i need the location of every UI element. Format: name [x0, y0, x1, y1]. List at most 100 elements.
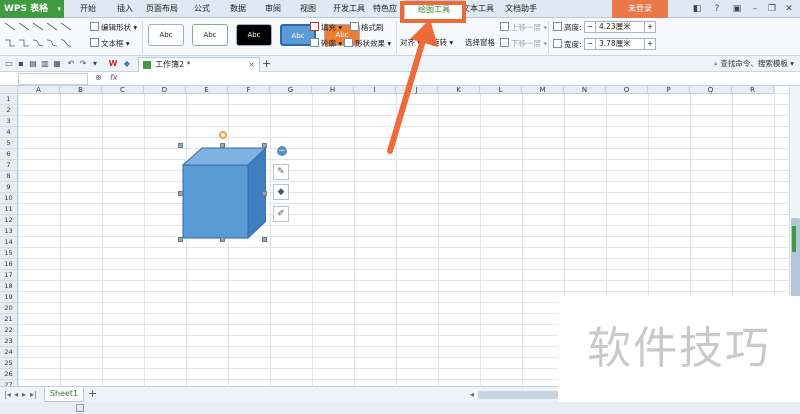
resize-handle[interactable]: [220, 237, 225, 242]
row-header[interactable]: 10: [0, 193, 18, 204]
search-commands[interactable]: ⌕ 查找命令、搜索模板 ▾: [714, 58, 794, 69]
column-header[interactable]: K: [438, 86, 480, 94]
menu-view[interactable]: 视图: [300, 0, 316, 18]
column-header[interactable]: A: [18, 86, 60, 94]
row-header[interactable]: 12: [0, 215, 18, 226]
height-stepper[interactable]: − 4.23厘米 +: [584, 21, 656, 33]
row-header[interactable]: 6: [0, 149, 18, 160]
row-header[interactable]: 21: [0, 314, 18, 325]
style-sample-1[interactable]: Abc: [148, 24, 184, 46]
format-brush-button[interactable]: 格式刷: [350, 22, 384, 33]
collapse-icon[interactable]: −: [277, 146, 287, 156]
login-button[interactable]: 未登录: [612, 0, 668, 18]
row-header[interactable]: 9: [0, 182, 18, 193]
help-icon[interactable]: ?: [710, 2, 724, 16]
column-header[interactable]: L: [480, 86, 522, 94]
style-sample-3[interactable]: Abc: [236, 24, 272, 46]
menu-data[interactable]: 数据: [230, 0, 246, 18]
row-header[interactable]: 24: [0, 347, 18, 358]
column-header[interactable]: H: [312, 86, 354, 94]
resize-handle[interactable]: [220, 143, 225, 148]
column-header[interactable]: C: [102, 86, 144, 94]
row-header[interactable]: 11: [0, 204, 18, 215]
row-header[interactable]: 5: [0, 138, 18, 149]
name-box[interactable]: [18, 73, 88, 85]
row-header[interactable]: 26: [0, 369, 18, 380]
menu-developer[interactable]: 开发工具: [333, 0, 365, 18]
chevron-down-icon[interactable]: ▾: [90, 59, 100, 69]
resize-handle[interactable]: [178, 143, 183, 148]
horizontal-scrollbar[interactable]: [478, 391, 558, 399]
fill-color-icon[interactable]: ◆: [273, 184, 289, 200]
add-sheet-button[interactable]: +: [88, 387, 97, 400]
row-header[interactable]: 8: [0, 171, 18, 182]
menu-formula[interactable]: 公式: [194, 0, 210, 18]
width-increase-button[interactable]: +: [644, 39, 655, 49]
column-header[interactable]: D: [144, 86, 186, 94]
print-icon[interactable]: ▥: [40, 59, 50, 69]
width-value[interactable]: 3.78厘米: [599, 39, 631, 49]
width-stepper[interactable]: − 3.78厘米 +: [584, 38, 656, 50]
app-menu-button[interactable]: WPS 表格 ▾: [0, 0, 64, 18]
wps-logo-icon[interactable]: W: [108, 59, 118, 69]
menu-page-layout[interactable]: 页面布局: [146, 0, 178, 18]
prev-sheet-icon[interactable]: ◂: [14, 390, 18, 399]
document-tab[interactable]: 工作簿2 * ×: [138, 57, 260, 72]
new-tab-button[interactable]: +: [262, 57, 271, 70]
close-icon[interactable]: ✕: [782, 2, 796, 16]
edit-shape-button[interactable]: 编辑形状 ▾: [90, 22, 137, 33]
save-icon[interactable]: ▪: [16, 59, 26, 69]
resize-handle[interactable]: [178, 237, 183, 242]
fx-icon[interactable]: fx: [110, 73, 118, 82]
scroll-left-icon[interactable]: ◂: [470, 390, 474, 399]
cube-shape[interactable]: [180, 145, 266, 240]
resize-handle[interactable]: [262, 191, 267, 196]
row-header[interactable]: 15: [0, 248, 18, 259]
edit-shape-icon[interactable]: ✎: [273, 164, 289, 180]
undo-icon[interactable]: ↶: [66, 59, 76, 69]
selection-pane-button[interactable]: 选择窗格: [465, 38, 495, 48]
cloud-icon[interactable]: ◆: [122, 59, 132, 69]
shape-gallery[interactable]: [2, 20, 76, 54]
resize-handle[interactable]: [178, 191, 183, 196]
resize-handle[interactable]: [262, 237, 267, 242]
height-decrease-button[interactable]: −: [585, 22, 596, 32]
text-box-button[interactable]: 文本框 ▾: [90, 38, 130, 49]
zoom-icon[interactable]: ⊕: [95, 73, 102, 82]
row-header[interactable]: 19: [0, 292, 18, 303]
style-sample-2[interactable]: Abc: [192, 24, 228, 46]
row-header[interactable]: 17: [0, 270, 18, 281]
row-header[interactable]: 2: [0, 105, 18, 116]
row-header[interactable]: 1: [0, 94, 18, 105]
close-tab-icon[interactable]: ×: [248, 58, 255, 72]
resize-handle[interactable]: [262, 143, 267, 148]
menu-doc-assistant[interactable]: 文档助手: [505, 0, 537, 18]
row-header[interactable]: 3: [0, 116, 18, 127]
redo-icon[interactable]: ↷: [78, 59, 88, 69]
rotate-handle-icon[interactable]: [219, 131, 227, 139]
row-header[interactable]: 7: [0, 160, 18, 171]
row-header[interactable]: 14: [0, 237, 18, 248]
select-all-corner[interactable]: [0, 86, 18, 94]
fill-button[interactable]: 填充 ▾: [310, 22, 342, 33]
open-icon[interactable]: ▭: [4, 59, 14, 69]
export-pdf-icon[interactable]: ▦: [52, 59, 62, 69]
height-value[interactable]: 4.23厘米: [599, 22, 631, 32]
width-decrease-button[interactable]: −: [585, 39, 596, 49]
restore-icon[interactable]: ❐: [765, 2, 779, 16]
menu-review[interactable]: 审阅: [265, 0, 281, 18]
last-sheet-icon[interactable]: ▸|: [30, 390, 37, 399]
sheet-tab-sheet1[interactable]: Sheet1: [44, 387, 84, 402]
row-header[interactable]: 13: [0, 226, 18, 237]
menu-insert[interactable]: 插入: [117, 0, 133, 18]
column-header[interactable]: B: [60, 86, 102, 94]
row-header[interactable]: 16: [0, 259, 18, 270]
row-header[interactable]: 23: [0, 336, 18, 347]
send-backward-button[interactable]: 下移一层 ▾: [500, 38, 547, 49]
column-header[interactable]: Q: [690, 86, 732, 94]
first-sheet-icon[interactable]: |◂: [4, 390, 11, 399]
height-increase-button[interactable]: +: [644, 22, 655, 32]
row-header[interactable]: 22: [0, 325, 18, 336]
menu-text-tools[interactable]: 文本工具: [462, 0, 494, 18]
window-mode-icon[interactable]: ▣: [730, 2, 744, 16]
